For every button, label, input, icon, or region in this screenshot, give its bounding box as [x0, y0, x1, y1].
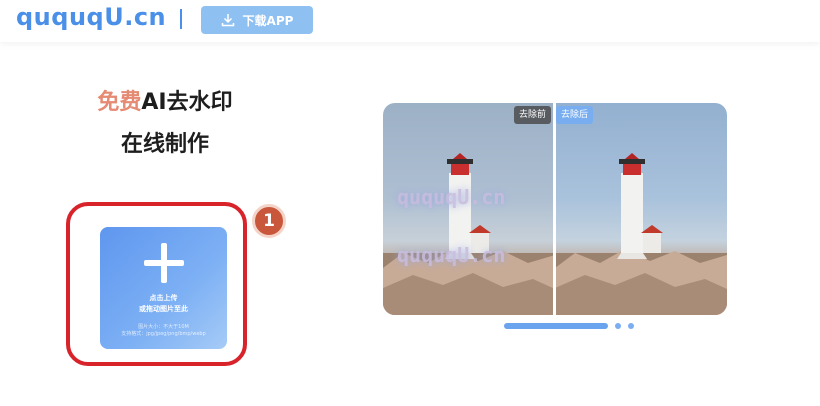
upload-drag-label: 或拖动图片至此	[139, 305, 188, 313]
lighthouse-image-before	[383, 153, 555, 315]
plus-icon	[144, 243, 184, 283]
hero-title-rest: AI去水印	[141, 90, 233, 115]
watermark-text-top: ququqU.cn	[397, 185, 506, 209]
after-image: 去除后	[555, 103, 727, 315]
step-badge: 1	[252, 204, 286, 238]
carousel-dot[interactable]	[628, 323, 634, 329]
upload-click-label: 点击上传	[149, 294, 178, 302]
upload-format-note: 支持格式：jpg/jpeg/png/bmp/webp	[121, 331, 206, 337]
before-label: 去除前	[514, 106, 552, 124]
upload-size-note: 图片大小：不大于10M	[138, 324, 189, 330]
carousel-dot-active[interactable]	[504, 323, 608, 329]
before-image: ququqU.cn ququqU.cn 去除前	[383, 103, 555, 315]
upload-dropzone[interactable]: 点击上传 或拖动图片至此 图片大小：不大于10M 支持格式：jpg/jpeg/p…	[100, 227, 227, 349]
download-icon	[221, 14, 234, 27]
download-app-label: 下载APP	[242, 13, 294, 28]
carousel-dot[interactable]	[615, 323, 621, 329]
site-logo[interactable]: ququqU.cn	[16, 3, 166, 31]
header-divider	[180, 9, 182, 29]
hero-title-accent: 免费	[97, 90, 142, 115]
lighthouse-image-after	[555, 153, 727, 315]
hero-subtitle: 在线制作	[120, 132, 209, 157]
upload-requirements: 图片大小：不大于10M 支持格式：jpg/jpeg/png/bmp/webp	[100, 324, 227, 338]
after-label: 去除后	[556, 106, 594, 124]
download-app-button[interactable]: 下载APP	[201, 6, 313, 34]
watermark-text-bottom: ququqU.cn	[397, 243, 506, 267]
carousel-indicators	[504, 323, 634, 329]
before-after-comparison: ququqU.cn ququqU.cn 去除前 去除后	[383, 103, 727, 315]
comparison-split-line[interactable]	[553, 103, 556, 315]
upload-instructions: 点击上传 或拖动图片至此	[100, 293, 227, 315]
hero-title: 免费AI去水印	[60, 84, 270, 116]
top-header: ququqU.cn 下载APP	[0, 0, 820, 42]
